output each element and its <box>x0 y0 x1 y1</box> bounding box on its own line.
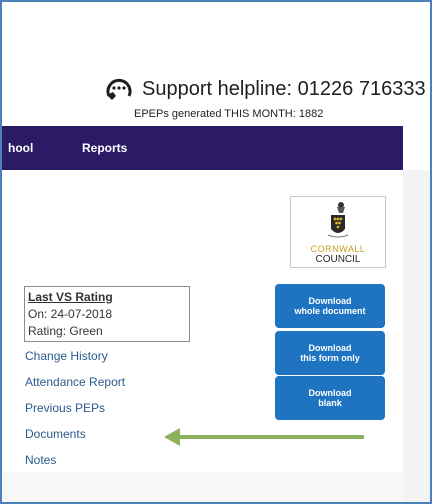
rating-value: Rating: Green <box>28 324 103 338</box>
download-form-line1: Download <box>308 343 352 353</box>
council-logo: CORNWALL COUNCIL <box>290 196 386 268</box>
link-documents[interactable]: Documents <box>25 426 125 452</box>
support-helpline: Support helpline: 01226 716333 <box>104 76 426 102</box>
side-links: Change History Attendance Report Previou… <box>25 348 125 478</box>
download-blank-button[interactable]: Download blank <box>275 376 385 420</box>
annotation-arrow-icon <box>164 428 364 446</box>
main-nav: hool Reports <box>2 126 403 170</box>
logo-line-1: CORNWALL <box>310 244 366 254</box>
rating-title[interactable]: Last VS Rating <box>28 289 186 306</box>
download-whole-line2: whole document <box>294 306 366 316</box>
download-blank-line1: Download <box>308 388 352 398</box>
download-whole-document-button[interactable]: Download whole document <box>275 284 385 328</box>
link-previous-peps[interactable]: Previous PEPs <box>25 400 125 426</box>
last-vs-rating-box: Last VS Rating On: 24-07-2018 Rating: Gr… <box>24 286 190 342</box>
link-change-history[interactable]: Change History <box>25 348 125 374</box>
download-blank-line2: blank <box>318 398 342 408</box>
helpline-text: Support helpline: 01226 716333 <box>142 77 426 100</box>
epeps-count: EPEPs generated THIS MONTH: 1882 <box>134 108 324 120</box>
download-this-form-button[interactable]: Download this form only <box>275 331 385 375</box>
phone-support-icon <box>106 78 132 100</box>
nav-item-school[interactable]: hool <box>8 141 33 155</box>
link-attendance-report[interactable]: Attendance Report <box>25 374 125 400</box>
download-whole-line1: Download <box>308 296 352 306</box>
rating-date: On: 24-07-2018 <box>28 307 113 321</box>
logo-line-2: COUNCIL <box>315 254 361 265</box>
crest-icon <box>327 202 349 238</box>
download-form-line2: this form only <box>300 353 360 363</box>
nav-item-reports[interactable]: Reports <box>82 141 127 155</box>
right-panel <box>403 170 430 502</box>
link-notes[interactable]: Notes <box>25 452 125 478</box>
